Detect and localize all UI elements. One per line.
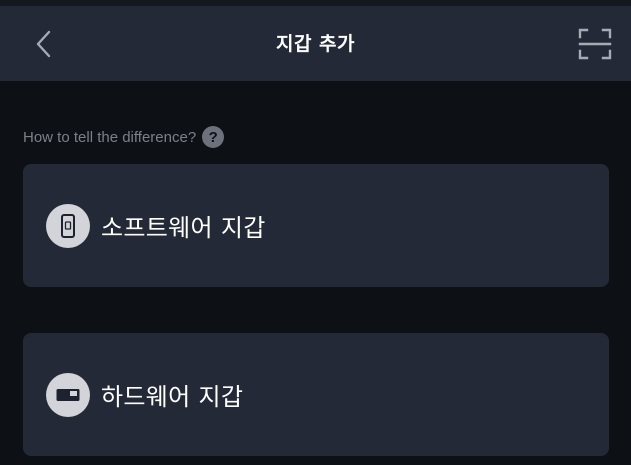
hardware-device-icon (46, 372, 90, 417)
difference-hint: How to tell the difference? ? (23, 125, 225, 149)
hardware-wallet-label: 하드웨어 지갑 (101, 383, 244, 411)
software-wallet-option[interactable]: 소프트웨어 지갑 (23, 164, 609, 287)
page-title: 지갑 추가 (275, 33, 356, 55)
header-bar: 지갑 추가 (0, 6, 631, 81)
software-wallet-label: 소프트웨어 지갑 (101, 214, 266, 242)
help-question-icon[interactable]: ? (202, 126, 225, 148)
add-wallet-screen: 지갑 추가 How to tell the difference? ? 소프트웨… (0, 0, 631, 465)
scan-button[interactable] (575, 26, 615, 62)
hint-text: How to tell the difference? (23, 128, 197, 146)
hardware-wallet-option[interactable]: 하드웨어 지갑 (23, 333, 609, 456)
mobile-phone-icon (46, 203, 90, 248)
scan-frame-icon (578, 28, 612, 60)
